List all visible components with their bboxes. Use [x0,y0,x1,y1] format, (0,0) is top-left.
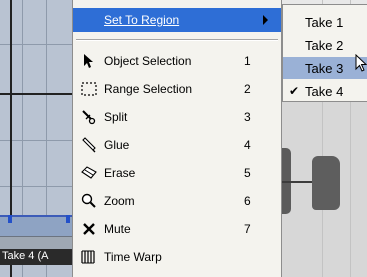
submenu-item-label: Take 1 [305,14,344,30]
menu-item-shortcut: 5 [244,166,251,180]
mute-item[interactable]: Mute 7 [73,217,281,241]
eraser-icon [80,164,98,182]
set-to-region-label: Set To Region [104,13,180,27]
checkmark-icon: ✔ [289,84,300,98]
submenu-item-take-2[interactable]: Take 2 [283,34,367,56]
menu-item-label: Split [104,110,128,124]
track-divider [0,93,72,95]
submenu-item-label: Take 2 [305,37,344,53]
menu-item-label: Glue [104,138,130,152]
submenu-arrow-icon [263,15,268,25]
magnifier-icon [80,192,98,210]
submenu-item-label: Take 3 [305,60,344,76]
event-label: Take 4 (A [0,249,72,265]
zoom-item[interactable]: Zoom 6 [73,189,281,213]
time-warp-icon [80,248,98,266]
submenu-item-take-4[interactable]: ✔ Take 4 [283,80,367,102]
menu-item-label: Zoom [104,194,135,208]
submenu-item-label: Take 4 [305,83,344,99]
audio-waveform [312,156,340,210]
mouse-cursor-icon [355,53,367,77]
menu-item-label: Mute [104,222,131,236]
glue-item[interactable]: Glue 4 [73,133,281,157]
arrow-pointer-icon [80,52,98,70]
split-item[interactable]: Split 3 [73,105,281,129]
event-handle[interactable] [66,215,70,223]
set-to-region-submenu: Take 1 Take 2 Take 3 ✔ Take 4 [282,4,367,102]
time-warp-item[interactable]: Time Warp [73,245,281,269]
erase-item[interactable]: Erase 5 [73,161,281,185]
menu-item-label: Time Warp [104,250,162,264]
mute-x-icon [80,220,98,238]
range-selection-item[interactable]: Range Selection 2 [73,77,281,101]
submenu-item-take-1[interactable]: Take 1 [283,11,367,33]
scissors-icon [80,108,98,126]
menu-item-shortcut: 6 [244,194,251,208]
menu-item-shortcut: 4 [244,138,251,152]
object-selection-item[interactable]: Object Selection 1 [73,49,281,73]
menu-item-shortcut: 7 [244,222,251,236]
context-menu: Set To Region Object Selection 1 Range S… [72,0,282,277]
menu-item-label: Erase [104,166,136,180]
menu-item-label: Range Selection [104,82,193,96]
menu-item-shortcut: 3 [244,110,251,124]
range-selection-icon [80,80,98,98]
event-handle[interactable] [8,215,12,223]
menu-item-shortcut: 2 [244,82,251,96]
menu-item-shortcut: 1 [244,54,251,68]
glue-tube-icon [80,136,98,154]
menu-separator [76,39,278,41]
set-to-region-item[interactable]: Set To Region [73,8,281,32]
menu-item-label: Object Selection [104,54,192,68]
